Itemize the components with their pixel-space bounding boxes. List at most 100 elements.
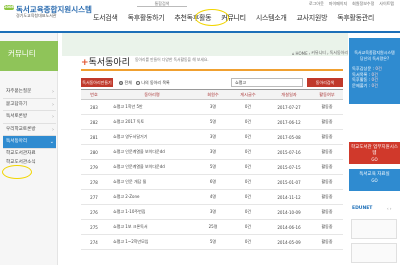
- sidebar-item-faq[interactable]: 자주묻는질문 ›: [3, 86, 56, 99]
- sidebar-item-discussion[interactable]: 독서토론방 ›: [3, 111, 56, 124]
- cell-posts: 0건: [229, 159, 267, 175]
- sitemap-link[interactable]: 사이트맵: [379, 1, 394, 7]
- cell-members: 5명: [197, 159, 229, 175]
- table-row[interactable]: 283 쇼팽고 1학년 5반 3명 0건 2017-07-27 활동중: [81, 99, 343, 115]
- cell-created-date: 2017-07-27: [267, 99, 311, 115]
- col-status: 활동여부: [311, 89, 343, 100]
- nav-reading-activity[interactable]: 독후활동하기: [123, 13, 170, 23]
- plus-icon: +: [81, 58, 89, 68]
- cell-status: 활동중: [311, 189, 343, 205]
- sidebar-item-reading-club[interactable]: 독서동아리 ⌄: [3, 136, 56, 149]
- table-row[interactable]: 278 쇼팽고 인문 개담 될 6명 0건 2015-01-07 활동중: [81, 174, 343, 190]
- cell-number: 283: [81, 99, 107, 115]
- sidebar-item-qna[interactable]: 묻고답하기 ›: [3, 99, 56, 111]
- cell-club-name[interactable]: 쇼팽고 영두서달거기: [107, 129, 197, 145]
- chevron-right-icon: ›: [52, 126, 54, 133]
- logout-link[interactable]: 로그아웃: [309, 1, 324, 7]
- cell-posts: 0건: [229, 114, 267, 130]
- breadcrumb-current: 독서동아리: [329, 50, 348, 55]
- banner-arrows-icon[interactable]: ‹ ›: [387, 206, 391, 211]
- cell-number: 275: [81, 219, 107, 235]
- nav-system-intro[interactable]: 시스템소개: [251, 13, 292, 23]
- reading-stats-panel: 독서교육종합지원시스템 당신의 독서량은? 독후감상문 : 0건 독서목록 : …: [349, 38, 400, 104]
- main-content: ⌂ HOME › 커뮤니티 › 독서동아리 +독서동아리 동아리를 만들어 다양…: [62, 33, 348, 265]
- create-club-button[interactable]: 독서동아리만들기: [81, 78, 113, 87]
- table-row[interactable]: 281 쇼팽고 영두서달거기 3명 0건 2017-05-08 활동중: [81, 129, 343, 145]
- cell-club-name[interactable]: 쇼팽고 인문 개담 될: [107, 174, 197, 190]
- cell-status: 활동중: [311, 144, 343, 160]
- cell-club-name[interactable]: 쇼팽고 인문계열을 보이다운dd: [107, 144, 197, 160]
- cell-created-date: 2015-07-15: [267, 159, 311, 175]
- cell-club-name[interactable]: 쇼팽고 1보 크론독서: [107, 219, 197, 235]
- stat-label: 독후활동: [352, 77, 368, 82]
- page-title-text: 독서동아리: [88, 58, 130, 68]
- cell-status: 활동중: [311, 129, 343, 145]
- chevron-down-icon: ⌄: [49, 139, 54, 145]
- cell-club-name[interactable]: 쇼팽고 1학년 5반: [107, 99, 197, 115]
- table-header-row: 번호 동아리명 회원수 게시글수 개설일자 활동여부: [81, 89, 343, 100]
- cell-created-date: 2014-06-16: [267, 219, 311, 235]
- table-row[interactable]: 277 쇼팽고 2-Zone 4명 0건 2014-11-12 활동중: [81, 189, 343, 205]
- chevron-right-icon: ›: [52, 89, 54, 95]
- breadcrumb: ⌂ HOME › 커뮤니티 › 독서동아리: [292, 50, 348, 56]
- cell-posts: 0건: [229, 174, 267, 190]
- table-row[interactable]: 274 쇼팽고 1~2학년모임 5명 0건 2014-05-09 활동중: [81, 234, 343, 250]
- cell-number: 282: [81, 114, 107, 130]
- stat-value: 0건: [371, 82, 379, 88]
- library-system-button[interactable]: 학교도서관 업무지원시스템 GO: [349, 142, 400, 164]
- promo-card[interactable]: [351, 243, 397, 263]
- cell-created-date: 2014-10-09: [267, 204, 311, 220]
- cell-club-name[interactable]: 쇼팽고 2017 독토: [107, 114, 197, 130]
- logo-subtitle: 경기도교육청대표도서관: [16, 13, 57, 18]
- cell-club-name[interactable]: 쇼팽고 인문계열을 보이다운dd: [107, 159, 197, 175]
- col-created-date: 개설일자: [267, 89, 311, 100]
- table-row[interactable]: 280 쇼팽고 인문계열을 보이다운dd 3명 0건 2015-07-16 활동중: [81, 144, 343, 160]
- nav-teacher-support[interactable]: 교사지원방: [292, 13, 333, 23]
- mypage-link[interactable]: 마이페이지: [329, 1, 347, 7]
- left-sidebar: 커뮤니티 자주묻는질문 › 묻고답하기 › 독서토론방 › 우리학교토론방 › 독서동아…: [0, 33, 58, 265]
- table-row[interactable]: 275 쇼팽고 1보 크론독서 25명 0건 2014-06-16 활동중: [81, 219, 343, 235]
- breadcrumb-community[interactable]: 커뮤니티: [311, 50, 326, 56]
- cell-created-date: 2017-06-12: [267, 114, 311, 130]
- nav-book-search[interactable]: 도서검색: [88, 13, 123, 23]
- sidebar-item-label: 자주묻는질문: [6, 89, 32, 94]
- stat-value: 0건: [371, 71, 379, 77]
- breadcrumb-home[interactable]: HOME: [296, 51, 308, 56]
- reading-materials-button[interactable]: 독서교육 자료실 GO: [349, 169, 400, 191]
- table-row[interactable]: 279 쇼팽고 인문계열을 보이다운dd 5명 0건 2015-07-15 활동중: [81, 159, 343, 175]
- site-header: 2008 독서교육종합지원시스템 경기도교육청대표도서관 통합검색 로그아웃 마…: [0, 0, 400, 33]
- cell-posts: 0건: [229, 219, 267, 235]
- cell-status: 활동중: [311, 234, 343, 250]
- cell-members: 4명: [197, 189, 229, 205]
- cell-club-name[interactable]: 쇼팽고 2-Zone: [107, 189, 197, 205]
- logo-badge: 2008: [4, 5, 14, 10]
- promo-card[interactable]: [351, 219, 397, 239]
- club-search-input[interactable]: 쇼팽고: [231, 78, 303, 87]
- cell-club-name[interactable]: 쇼팽고 1-10주번집: [107, 204, 197, 220]
- cell-status: 활동중: [311, 114, 343, 130]
- sidebar-highlight-circle: [2, 165, 32, 179]
- cell-created-date: 2015-07-16: [267, 144, 311, 160]
- cell-number: 276: [81, 204, 107, 220]
- table-row[interactable]: 276 쇼팽고 1-10주번집 3명 0건 2014-10-09 활동중: [81, 204, 343, 220]
- radio-checked-icon: [119, 80, 123, 85]
- nav-activity-manage[interactable]: 독후활동관리: [332, 13, 379, 23]
- top-search[interactable]: 통합검색: [137, 1, 187, 7]
- cell-status: 활동중: [311, 219, 343, 235]
- cell-status: 활동중: [311, 99, 343, 115]
- sidebar-item-label: 독서동아리: [6, 139, 28, 144]
- page-title: +독서동아리: [81, 55, 130, 68]
- filter-my-clubs-radio[interactable]: 나의 동아리 목록: [135, 78, 170, 87]
- edit-profile-link[interactable]: 회원정보수정: [352, 1, 374, 7]
- col-club-name: 동아리명: [107, 89, 197, 100]
- club-search-button[interactable]: 동아리검색: [307, 78, 343, 87]
- main-nav: 도서검색 독후활동하기 추천독후활동 커뮤니티 시스템소개 교사지원방 독후활동…: [88, 13, 379, 23]
- filter-all-radio[interactable]: 전체: [119, 78, 132, 87]
- sidebar-item-school-discussion[interactable]: 우리학교토론방 ›: [3, 124, 56, 136]
- table-row[interactable]: 282 쇼팽고 2017 독토 5명 0건 2017-06-12 활동중: [81, 114, 343, 130]
- list-controls: 독서동아리만들기 전체 나의 동아리 목록 쇼팽고 동아리검색: [81, 75, 343, 87]
- breadcrumb-separator: ›: [308, 50, 311, 56]
- sidebar-item-library-materials[interactable]: 학교도서관자료: [3, 149, 56, 158]
- cell-club-name[interactable]: 쇼팽고 1~2학년모임: [107, 234, 197, 250]
- nav-highlight-circle: [195, 9, 229, 26]
